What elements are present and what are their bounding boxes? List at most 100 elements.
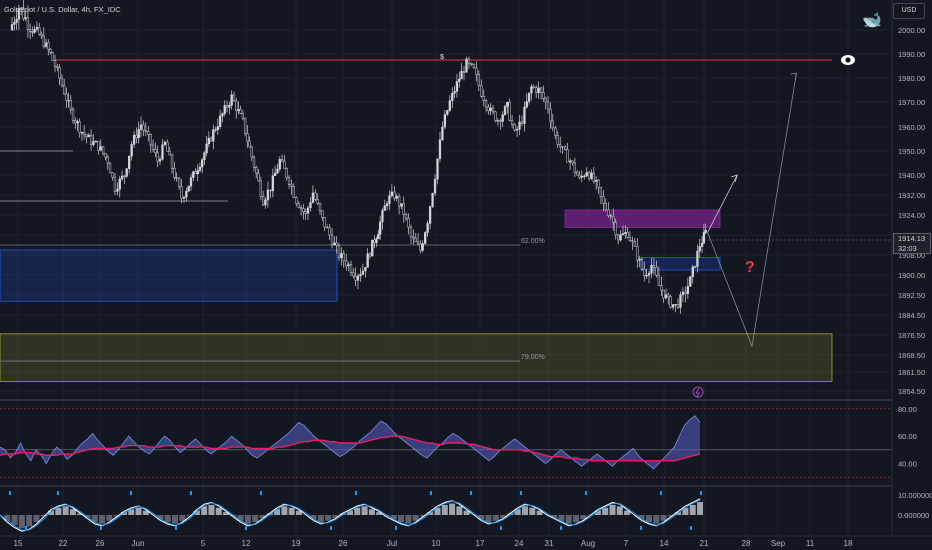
candle-body <box>385 203 389 207</box>
osc-marker <box>560 526 562 530</box>
osc-marker <box>520 491 522 495</box>
price-tick-label: 1892.50 <box>898 291 925 300</box>
current-price-badge: 1914.13 32:03 <box>893 233 931 254</box>
time-tick-label: 11 <box>806 539 815 548</box>
osc-histogram-bar <box>573 515 580 523</box>
time-tick-label: 10 <box>432 539 441 548</box>
currency-selector[interactable]: USD <box>893 3 925 19</box>
candle-body <box>494 111 497 122</box>
candle-body <box>496 120 500 122</box>
candle-body <box>696 250 699 267</box>
osc-histogram-bar <box>215 507 222 515</box>
candle-body <box>246 133 249 142</box>
chart-canvas[interactable]: 62.00%79.00%$ ? 2000.001990.001980.00197… <box>0 0 932 550</box>
osc-marker <box>355 491 357 495</box>
candle-body <box>74 120 77 124</box>
price-tick-label: 1940.00 <box>898 171 925 180</box>
candle-body <box>259 180 262 197</box>
candle-body <box>325 226 329 229</box>
candle-body <box>335 242 338 246</box>
candle-body <box>33 29 36 33</box>
candle-body <box>523 106 526 124</box>
candle-body <box>691 266 694 277</box>
candle-body <box>585 172 588 177</box>
candle-body <box>594 179 598 182</box>
candle-body <box>285 168 288 178</box>
candle-body <box>309 202 312 209</box>
candle-body <box>180 186 183 199</box>
candle-body <box>252 156 256 168</box>
candle-body <box>166 141 169 152</box>
candle-body <box>352 272 355 277</box>
osc-histogram-bar <box>368 509 375 515</box>
osc-histogram-bar <box>689 504 696 515</box>
symbol-title[interactable]: GoldSpot / U.S. Dollar, 4h, FX_IDC <box>4 5 121 14</box>
osc-marker <box>395 526 397 530</box>
osc-histogram-bar <box>616 506 623 515</box>
candle-body <box>271 175 275 192</box>
candle-body <box>24 17 27 20</box>
candle-body <box>647 272 651 276</box>
rsi-tick-label: 60.00 <box>898 432 917 441</box>
candle-body <box>212 129 215 142</box>
candle-body <box>368 253 372 257</box>
candle-body <box>609 215 612 217</box>
price-tick-label: 1861.50 <box>898 368 925 377</box>
time-tick-label: 17 <box>476 539 485 548</box>
candle-body <box>407 217 410 228</box>
candle-body <box>428 206 432 224</box>
candle-body <box>617 234 620 241</box>
osc-marker <box>690 526 692 530</box>
time-tick-label: 26 <box>96 539 105 548</box>
fib-79-label: 79.00% <box>521 354 545 361</box>
candle-body <box>576 171 579 176</box>
candle-body <box>94 141 98 143</box>
candle-body <box>42 35 45 47</box>
osc-histogram-bar <box>172 515 178 524</box>
candle-body <box>626 232 629 238</box>
candle-body <box>356 275 360 281</box>
candle-body <box>489 107 492 112</box>
osc-histogram-bar <box>456 506 463 515</box>
candle-body <box>151 144 155 150</box>
candle-body <box>501 114 504 122</box>
osc-marker <box>700 491 702 495</box>
candle-body <box>390 191 394 196</box>
candle-body <box>35 27 39 30</box>
osc-histogram-bar <box>237 515 244 521</box>
candle-body <box>13 22 16 25</box>
osc-histogram-bar <box>11 515 18 526</box>
current-price: 1914.13 <box>898 234 926 243</box>
candle-body <box>373 239 376 243</box>
candle-body <box>147 131 150 135</box>
candle-body <box>111 172 114 178</box>
candle-body <box>67 100 70 102</box>
time-tick-label: 18 <box>844 539 853 548</box>
osc-histogram-bar <box>660 515 667 521</box>
candle-body <box>182 197 186 199</box>
osc-tick-label: 0.000000 <box>898 511 929 520</box>
candle-body <box>508 102 511 121</box>
candle-body <box>614 222 617 236</box>
osc-tick-label: 10.000000 <box>898 491 932 500</box>
candle-body <box>10 24 14 31</box>
candle-body <box>426 223 429 233</box>
candle-body <box>120 175 124 180</box>
osc-marker <box>640 526 642 530</box>
candle-body <box>31 30 34 33</box>
osc-histogram-bar <box>69 509 76 515</box>
osc-histogram-bar <box>602 507 609 515</box>
candle-body <box>51 52 54 61</box>
price-tick-label: 1980.00 <box>898 74 925 83</box>
candle-body <box>549 108 552 122</box>
candle-body <box>633 241 636 247</box>
candle-body <box>453 91 456 94</box>
eye-icon <box>841 55 855 65</box>
candle-body <box>364 267 367 272</box>
price-tick-label: 1950.00 <box>898 147 925 156</box>
osc-histogram-bar <box>18 515 25 528</box>
candle-body <box>292 186 295 198</box>
candle-body <box>194 171 197 175</box>
candle-body <box>607 209 610 216</box>
candle-body <box>689 276 692 287</box>
